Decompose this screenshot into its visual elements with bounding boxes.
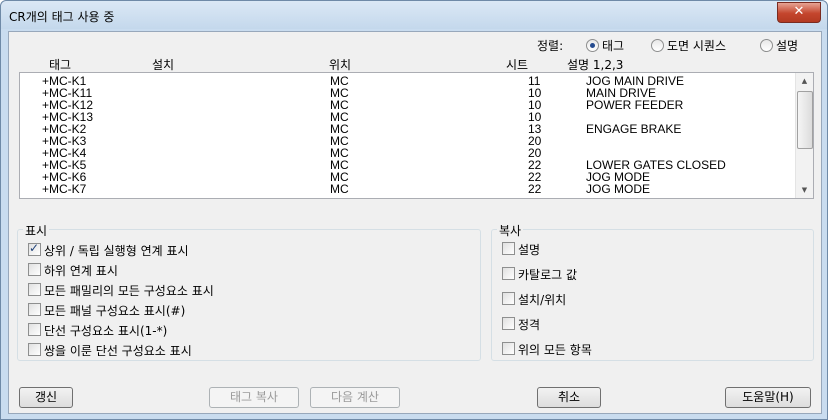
checkbox-label: 설명 [518, 243, 541, 257]
copy-option-4[interactable]: 위의 모든 항목 [502, 341, 782, 357]
copy-group-title: 복사 [497, 222, 524, 239]
checkbox-icon[interactable] [502, 292, 515, 305]
copy-tag-button[interactable]: 태그 복사 [209, 387, 299, 408]
cell-description: JOG MODE [586, 182, 651, 196]
checkbox-label: 정격 [518, 318, 541, 332]
display-group: 표시 상위 / 독립 실행형 연계 표시하위 연계 표시모든 패밀리의 모든 구… [17, 222, 481, 361]
scroll-up-icon[interactable]: ▲ [796, 73, 813, 89]
checkbox-label: 쌍을 이룬 단선 구성요소 표시 [44, 344, 192, 358]
copy-option-2[interactable]: 설치/위치 [502, 291, 782, 307]
sort-label: 정렬: [537, 39, 564, 53]
checkbox-icon[interactable] [28, 303, 41, 316]
radio-icon [586, 39, 599, 52]
next-calc-button[interactable]: 다음 계산 [310, 387, 400, 408]
sort-option-label: 설명 [776, 39, 799, 53]
display-option-3[interactable]: 모든 패널 구성요소 표시(#) [28, 302, 308, 318]
display-group-title: 표시 [23, 222, 50, 239]
title-bar: CR개의 태그 사용 중 ✕ [1, 1, 827, 29]
cancel-button[interactable]: 취소 [537, 387, 601, 408]
table-row[interactable]: +MC-K12 MC 10 POWER FEEDER [20, 99, 795, 111]
checkbox-icon[interactable] [28, 263, 41, 276]
vertical-scrollbar[interactable]: ▲ ▼ [795, 73, 813, 198]
table-row[interactable]: +MC-K1 MC 11 JOG MAIN DRIVE [20, 75, 795, 87]
column-header-location[interactable]: 위치 [329, 56, 351, 73]
column-header-sheet[interactable]: 시트 [506, 56, 528, 73]
table-row[interactable]: +MC-K6 MC 22 JOG MODE [20, 171, 795, 183]
checkbox-icon[interactable] [28, 241, 41, 256]
checkbox-icon[interactable] [28, 323, 41, 336]
checkbox-label: 카탈로그 값 [518, 268, 578, 282]
checkbox-icon[interactable] [502, 342, 515, 355]
copy-group: 복사 설명카탈로그 값설치/위치정격위의 모든 항목 [491, 222, 814, 361]
table-row[interactable]: +MC-K2 MC 13 ENGAGE BRAKE [20, 123, 795, 135]
column-header-tag[interactable]: 태그 [49, 56, 71, 73]
checkbox-label: 하위 연계 표시 [44, 264, 118, 278]
checkbox-label: 단선 구성요소 표시(1-*) [44, 324, 168, 338]
checkbox-icon[interactable] [502, 317, 515, 330]
cell-tag: +MC-K7 [42, 182, 87, 196]
dialog-window: CR개의 태그 사용 중 ✕ 정렬: 태그 도면 시퀀스 설명 태그 설치 위치… [0, 0, 828, 420]
display-option-1[interactable]: 하위 연계 표시 [28, 262, 308, 278]
window-title: CR개의 태그 사용 중 [9, 10, 115, 24]
sort-option-tag[interactable]: 태그 [584, 37, 654, 53]
checkbox-label: 위의 모든 항목 [518, 343, 592, 357]
column-header-install[interactable]: 설치 [152, 56, 174, 73]
checkbox-label: 설치/위치 [518, 293, 567, 307]
checkbox-icon[interactable] [28, 283, 41, 296]
table-row[interactable]: +MC-K3 MC 20 [20, 135, 795, 147]
sort-option-description[interactable]: 설명 [758, 37, 818, 53]
table-row[interactable]: +MC-K5 MC 22 LOWER GATES CLOSED [20, 159, 795, 171]
checkbox-label: 상위 / 독립 실행형 연계 표시 [44, 244, 189, 258]
cell-description: ENGAGE BRAKE [586, 122, 682, 136]
column-header-description[interactable]: 설명 1,2,3 [567, 56, 623, 73]
display-option-4[interactable]: 단선 구성요소 표시(1-*) [28, 322, 308, 338]
tag-list[interactable]: +MC-K1 MC 11 JOG MAIN DRIVE +MC-K11 MC 10 MAIN … [19, 72, 814, 199]
checkbox-icon[interactable] [502, 242, 515, 255]
display-option-0[interactable]: 상위 / 독립 실행형 연계 표시 [28, 241, 308, 258]
radio-icon [760, 39, 773, 52]
help-button[interactable]: 도움말(H) [725, 387, 811, 408]
refresh-button[interactable]: 갱신 [19, 387, 73, 408]
dialog-body: 정렬: 태그 도면 시퀀스 설명 태그 설치 위치 시트 설명 1,2,3 +M… [8, 31, 822, 414]
checkbox-label: 모든 패널 구성요소 표시(#) [44, 304, 186, 318]
display-option-5[interactable]: 쌍을 이룬 단선 구성요소 표시 [28, 342, 308, 358]
cell-description: POWER FEEDER [586, 98, 684, 112]
sort-option-drawing-sequence[interactable]: 도면 시퀀스 [649, 37, 749, 53]
checkbox-icon[interactable] [28, 343, 41, 356]
sort-option-label: 태그 [602, 39, 625, 53]
checkbox-label: 모든 패밀리의 모든 구성요소 표시 [44, 284, 214, 298]
display-option-2[interactable]: 모든 패밀리의 모든 구성요소 표시 [28, 282, 308, 298]
cell-sheet: 22 [528, 182, 542, 196]
radio-icon [651, 39, 664, 52]
copy-option-3[interactable]: 정격 [502, 316, 782, 332]
table-row[interactable]: +MC-K7 MC 22 JOG MODE [20, 183, 795, 195]
close-button[interactable]: ✕ [777, 2, 821, 23]
scroll-thumb[interactable] [797, 91, 813, 149]
scroll-down-icon[interactable]: ▼ [796, 182, 813, 198]
cell-location: MC [330, 182, 349, 196]
copy-option-1[interactable]: 카탈로그 값 [502, 266, 782, 282]
copy-option-0[interactable]: 설명 [502, 241, 782, 257]
sort-option-label: 도면 시퀀스 [667, 39, 727, 53]
checkbox-icon[interactable] [502, 267, 515, 280]
